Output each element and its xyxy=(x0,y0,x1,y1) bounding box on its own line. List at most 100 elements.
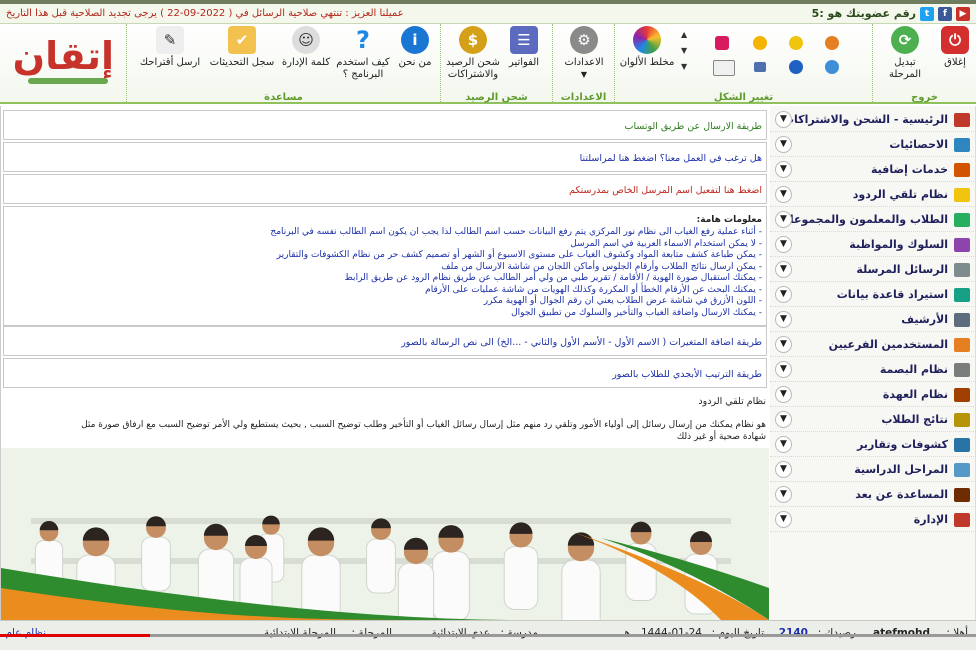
settings-dropdown-icon: ▼ xyxy=(580,70,588,79)
expand-arrow-icon[interactable]: ▼ xyxy=(775,186,792,203)
group-label-change-shape: تغيير الشكل xyxy=(713,92,774,103)
expand-icon[interactable]: ▼ xyxy=(681,62,687,71)
sidebar-item[interactable]: الرسائل المرسلة ▼ xyxy=(770,258,976,282)
sidebar-item[interactable]: المراحل الدراسية ▼ xyxy=(770,458,976,482)
sidebar-item[interactable]: استيراد قاعدة بيانات ▼ xyxy=(770,283,976,307)
sidebar-item[interactable]: كشوفات وتقارير ▼ xyxy=(770,433,976,457)
sidebar-item[interactable]: الإدارة ▼ xyxy=(770,508,976,532)
group-help: i من نحن ? كيف استخدم البرنامج ؟ ☺ كلمة … xyxy=(126,24,440,104)
scroll-up-icon[interactable]: ▲ xyxy=(681,30,687,39)
sidebar-item[interactable]: السلوك والمواظبة ▼ xyxy=(770,233,976,257)
youtube-icon[interactable]: ▶ xyxy=(956,6,970,21)
theme-square-icon[interactable] xyxy=(754,62,766,72)
question-icon: ? xyxy=(356,26,370,54)
work-with-us-link[interactable]: هل ترغب في العمل معنا؟ اضغط هنا لمراسلتن… xyxy=(580,153,762,164)
send-suggestion-button[interactable]: ✎ ارسل أقتراحك xyxy=(135,26,205,69)
alphabetical-link[interactable]: طريقة الترتيب الأبجدي للطلاب بالصور xyxy=(612,369,762,380)
heart-icon[interactable] xyxy=(715,36,729,50)
sidebar-item[interactable]: خدمات إضافية ▼ xyxy=(770,158,976,182)
expand-arrow-icon[interactable]: ▼ xyxy=(775,211,792,228)
charge-balance-button[interactable]: $ شحن الرصيد والاشتراكات xyxy=(443,26,503,81)
activate-sender-link[interactable]: اضغط هنا لتفعيل اسم المرسل الخاص بمدرستك… xyxy=(569,185,762,196)
replies-description: هو نظام يمكنك من إرسال رسائل إلى أولياء … xyxy=(81,420,766,430)
variables-row[interactable]: طريقة اضافة المتغيرات ( الاسم الأول - ال… xyxy=(3,326,767,356)
theme-gold-icon[interactable] xyxy=(753,36,767,50)
expand-arrow-icon[interactable]: ▼ xyxy=(775,461,792,478)
variables-link[interactable]: طريقة اضافة المتغيرات ( الاسم الأول - ال… xyxy=(401,337,762,348)
twitter-icon[interactable]: t xyxy=(920,6,934,21)
report-icon xyxy=(954,438,970,452)
theme-window-icon[interactable] xyxy=(713,60,735,76)
expand-arrow-icon[interactable]: ▼ xyxy=(775,261,792,278)
work-with-us-row[interactable]: هل ترغب في العمل معنا؟ اضغط هنا لمراسلتن… xyxy=(3,142,767,172)
date-label: تاريخ اليوم : xyxy=(711,627,764,639)
expand-arrow-icon[interactable]: ▼ xyxy=(775,286,792,303)
remote-help-icon xyxy=(954,488,970,502)
info-line: - يمكنك الارسال واضافة الغياب والتأخير و… xyxy=(511,307,762,318)
sidebar-item-label: نتائج الطلاب xyxy=(881,413,948,426)
sidebar-item[interactable]: الطلاب والمعلمون والمجموعات ▼ xyxy=(770,208,976,232)
sidebar-item[interactable]: المساعدة عن بعد ▼ xyxy=(770,483,976,507)
sidebar-item[interactable]: نظام البصمة ▼ xyxy=(770,358,976,382)
about-button[interactable]: i من نحن xyxy=(391,26,439,69)
video-progress-remaining[interactable] xyxy=(150,634,976,637)
membership-number: رقم عضويتك هو :5 xyxy=(811,7,916,20)
balance-value: 2140 xyxy=(778,627,808,639)
info-line: - يمكن طباعة كشف متابعة المواد وكشوف الغ… xyxy=(276,250,762,260)
expand-arrow-icon[interactable]: ▼ xyxy=(775,511,792,528)
whatsapp-link[interactable]: طريقة الارسال عن طريق الوتساب xyxy=(625,121,763,132)
sidebar-item[interactable]: الاحصائيات ▼ xyxy=(770,133,976,157)
info-bar: ▶ f t رقم عضويتك هو :5 عميلنا العزيز : ت… xyxy=(0,4,976,24)
expand-arrow-icon[interactable]: ▼ xyxy=(775,386,792,403)
sidebar-item-label: كشوفات وتقارير xyxy=(856,438,948,451)
sidebar-item[interactable]: الرئيسية - الشحن والاشتراكات ▼ xyxy=(770,108,976,132)
info-line: - أثناء عملية رفع الغياب الى نظام نور ال… xyxy=(270,227,762,237)
users-icon xyxy=(954,213,970,227)
expand-arrow-icon[interactable]: ▼ xyxy=(775,411,792,428)
updates-log-button[interactable]: ✔ سجل التحديثات xyxy=(207,26,277,69)
expand-arrow-icon[interactable]: ▼ xyxy=(775,311,792,328)
snowflake-icon[interactable] xyxy=(825,60,839,74)
how-to-use-button[interactable]: ? كيف استخدم البرنامج ؟ xyxy=(333,26,393,81)
coins-icon: $ xyxy=(459,26,487,54)
expand-arrow-icon[interactable]: ▼ xyxy=(775,236,792,253)
school-value: عدي الابتدائية xyxy=(431,627,490,639)
sidebar-item[interactable]: نظام العهدة ▼ xyxy=(770,383,976,407)
invoices-button[interactable]: ☰ الفواتير xyxy=(497,26,551,69)
expand-arrow-icon[interactable]: ▼ xyxy=(775,136,792,153)
sidebar-item-label: السلوك والمواظبة xyxy=(849,238,948,251)
theme-orange-icon[interactable] xyxy=(825,36,839,50)
expand-arrow-icon[interactable]: ▼ xyxy=(775,336,792,353)
expand-arrow-icon[interactable]: ▼ xyxy=(775,111,792,128)
sidebar-item[interactable]: الأرشيف ▼ xyxy=(770,308,976,332)
gear-icon: ⚙ xyxy=(570,26,598,54)
sidebar-item[interactable]: المستخدمين الفرعيين ▼ xyxy=(770,333,976,357)
sidebar-item[interactable]: نتائج الطلاب ▼ xyxy=(770,408,976,432)
expand-arrow-icon[interactable]: ▼ xyxy=(775,436,792,453)
expand-arrow-icon[interactable]: ▼ xyxy=(775,161,792,178)
sidebar-item-label: الرسائل المرسلة xyxy=(856,263,948,276)
close-button[interactable]: ⏻ إغلاق xyxy=(933,26,976,69)
alphabetical-row[interactable]: طريقة الترتيب الأبجدي للطلاب بالصور xyxy=(3,358,767,388)
video-progress-played[interactable] xyxy=(0,634,150,637)
change-stage-button[interactable]: ⟳ تبديل المرحلة xyxy=(877,26,933,81)
sidebar-item-label: الأرشيف xyxy=(901,313,948,326)
info-line: - لا يمكن استخدام الاسماء العربية في اسم… xyxy=(570,238,762,249)
settings-button[interactable]: ⚙ الاعدادات ▼ xyxy=(555,26,613,81)
expand-arrow-icon[interactable]: ▼ xyxy=(775,361,792,378)
theme-blue-icon[interactable] xyxy=(789,60,803,74)
activate-sender-row[interactable]: اضغط هنا لتفعيل اسم المرسل الخاص بمدرستك… xyxy=(3,174,767,204)
admin-word-button[interactable]: ☺ كلمة الإدارة xyxy=(279,26,333,69)
info-line: - يمكن ارسال نتائج الطلاب وأرقام الجلوس … xyxy=(441,261,762,272)
expand-arrow-icon[interactable]: ▼ xyxy=(775,486,792,503)
theme-yellow-icon[interactable] xyxy=(789,36,803,50)
facebook-icon[interactable]: f xyxy=(938,6,952,21)
whatsapp-link-row[interactable]: طريقة الارسال عن طريق الوتساب xyxy=(3,110,767,140)
group-balance: ☰ الفواتير $ شحن الرصيد والاشتراكات شحن … xyxy=(440,24,552,104)
sidebar-item[interactable]: نظام تلقي الردود ▼ xyxy=(770,183,976,207)
membership-info: ▶ f t رقم عضويتك هو :5 xyxy=(811,6,970,21)
username: atefmohd xyxy=(873,627,930,639)
scroll-down-icon[interactable]: ▼ xyxy=(681,46,687,55)
color-mixer-button[interactable]: مخلط الألوان xyxy=(617,26,677,69)
sidebar-item-label: الطلاب والمعلمون والمجموعات xyxy=(778,213,948,226)
